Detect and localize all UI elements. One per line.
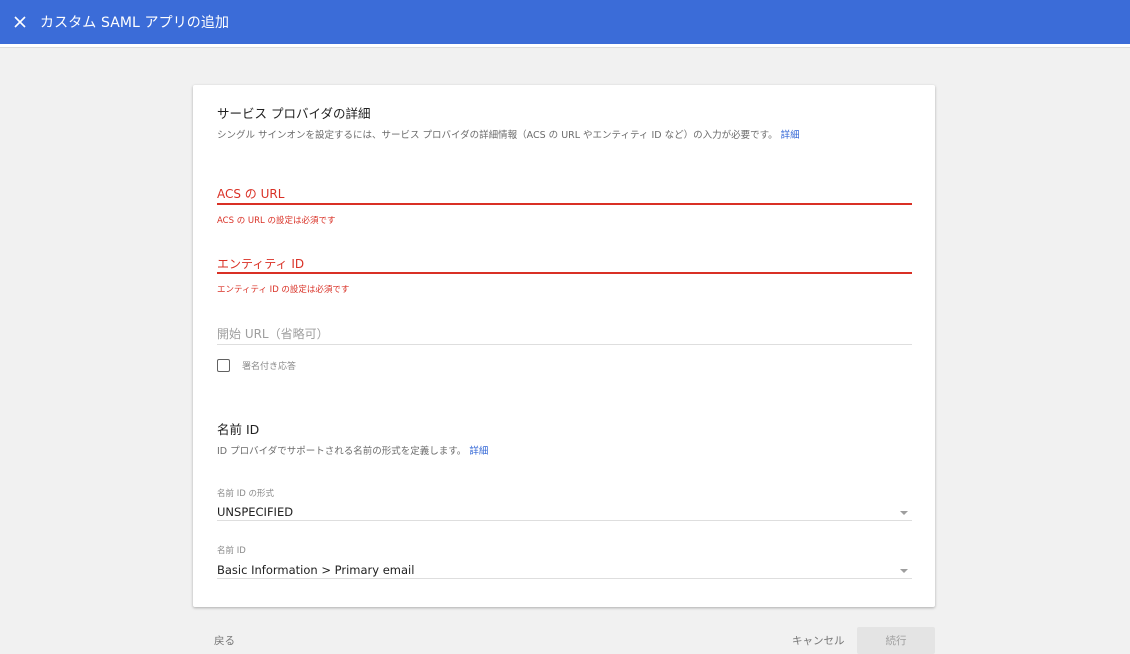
start-url-input[interactable]: 開始 URL（省略可） [217,325,329,342]
header-divider [0,44,1130,48]
name-id-field-label: 名前 ID [217,546,246,556]
entity-id-underline [217,272,912,274]
app-header: カスタム SAML アプリの追加 [0,0,1130,44]
close-icon [14,16,26,28]
acs-url-underline [217,203,912,205]
name-id-value: Basic Information > Primary email [217,563,415,577]
name-id-description: ID プロバイダでサポートされる名前の形式を定義します。 詳細 [217,443,488,457]
name-id-learn-more-link[interactable]: 詳細 [469,446,488,457]
form-card: サービス プロバイダの詳細 シングル サインオンを設定するには、サービス プロバ… [193,85,935,607]
sp-details-description: シングル サインオンを設定するには、サービス プロバイダの詳細情報（ACS の … [217,127,800,141]
chevron-down-icon [900,511,908,515]
name-id-format-underline [217,520,912,521]
close-button[interactable] [0,0,40,44]
acs-url-input[interactable]: ACS の URL [217,185,284,202]
name-id-select[interactable]: Basic Information > Primary email [217,559,912,579]
page-title: カスタム SAML アプリの追加 [40,15,230,31]
name-id-description-text: ID プロバイダでサポートされる名前の形式を定義します。 [217,446,467,457]
name-id-format-value: UNSPECIFIED [217,505,294,519]
name-id-title: 名前 ID [217,422,260,437]
name-id-underline [217,578,912,579]
sp-details-description-text: シングル サインオンを設定するには、サービス プロバイダの詳細情報（ACS の … [217,130,778,141]
sp-details-title: サービス プロバイダの詳細 [217,106,371,121]
cancel-button[interactable]: キャンセル [792,633,845,648]
acs-url-error: ACS の URL の設定は必須です [217,216,336,226]
name-id-format-select[interactable]: UNSPECIFIED [217,501,912,521]
signed-response-option[interactable]: 署名付き応答 [217,359,296,372]
back-button[interactable]: 戻る [214,633,235,648]
chevron-down-icon [900,569,908,573]
continue-button[interactable]: 続行 [857,627,935,654]
signed-response-checkbox[interactable] [217,359,230,372]
entity-id-input[interactable]: エンティティ ID [217,255,304,272]
signed-response-label: 署名付き応答 [242,362,297,372]
start-url-underline [217,344,912,345]
name-id-format-label: 名前 ID の形式 [217,489,274,499]
sp-details-learn-more-link[interactable]: 詳細 [781,130,800,141]
entity-id-error: エンティティ ID の設定は必須です [217,285,350,295]
